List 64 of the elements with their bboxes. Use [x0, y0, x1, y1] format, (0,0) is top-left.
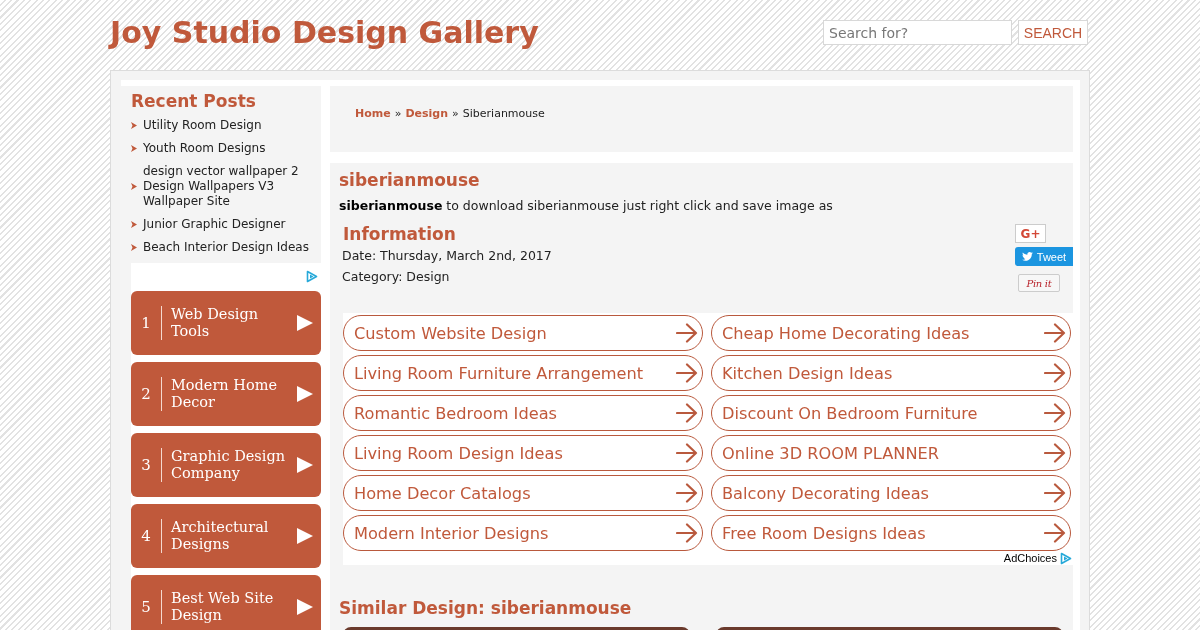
arrow-right-icon	[676, 323, 698, 343]
sidebar-ad-link[interactable]: 1 Web Design Tools	[131, 291, 321, 355]
play-icon	[297, 386, 313, 402]
play-icon	[297, 315, 313, 331]
recent-post-link[interactable]: Beach Interior Design Ideas	[143, 240, 309, 255]
ad-choices-icon[interactable]	[1060, 551, 1072, 565]
breadcrumb-separator: »	[452, 107, 459, 121]
arrow-right-icon	[1044, 483, 1066, 503]
post-category: Category: Design	[342, 269, 451, 285]
arrow-right-icon	[1044, 403, 1066, 423]
post-date: Date: Thursday, March 2nd, 2017	[342, 248, 552, 264]
ad-link-label: Web Design Tools	[170, 306, 260, 340]
breadcrumb-link[interactable]: Design	[405, 107, 449, 121]
arrow-right-icon	[676, 403, 698, 423]
arrow-right-icon	[1044, 523, 1066, 543]
ad-number: 4	[140, 527, 152, 545]
ad-number: 2	[140, 385, 152, 403]
search-field[interactable]: Search for?	[823, 20, 1012, 45]
breadcrumb-link[interactable]: Home	[355, 107, 391, 121]
arrow-right-icon	[676, 443, 698, 463]
post-description: siberianmouse to download siberianmouse just right click and save image as	[339, 198, 834, 214]
similar-design-heading: Similar Design: siberianmouse	[339, 599, 633, 617]
search-button[interactable]: SEARCH	[1018, 20, 1088, 45]
ad-link-label: Modern Home Decor	[170, 377, 279, 411]
bird-icon	[1021, 252, 1033, 261]
play-icon	[297, 599, 313, 615]
arrow-right-icon	[676, 483, 698, 503]
play-icon	[297, 457, 313, 473]
triangle-bullet-icon	[131, 145, 137, 152]
arrow-right-icon	[1044, 443, 1066, 463]
arrow-right-icon	[676, 523, 698, 543]
ad-choices-icon[interactable]	[306, 270, 318, 283]
ad-number: 1	[140, 314, 152, 332]
play-icon	[297, 528, 313, 544]
tweet-button[interactable]: Tweet	[1015, 247, 1073, 266]
triangle-bullet-icon	[131, 122, 137, 129]
ad-link-label: Best Web Site Design	[170, 590, 275, 624]
triangle-bullet-icon	[131, 221, 137, 228]
recent-post-link[interactable]: design vector wallpaper 2 Design Wallpapers V3 Wallpaper Site	[143, 164, 311, 209]
arrow-right-icon	[1044, 323, 1066, 343]
ad-choices-link[interactable]: AdChoices	[1003, 552, 1057, 564]
ad-link-label: Graphic Design Company	[170, 448, 287, 482]
recent-posts-heading: Recent Posts	[131, 91, 257, 109]
ad-number: 3	[140, 456, 152, 474]
breadcrumb-current: Siberianmouse	[462, 107, 545, 121]
ad-link-label: Architectural Designs	[170, 519, 270, 553]
sidebar-ad-link[interactable]: 2 Modern Home Decor	[131, 362, 321, 426]
recent-post-link[interactable]: Junior Graphic Designer	[143, 217, 286, 232]
sidebar-ad-link[interactable]: 5 Best Web Site Design	[131, 575, 321, 630]
ad-number: 5	[140, 598, 152, 616]
google-plus-button[interactable]: G+	[1015, 224, 1046, 243]
site-title[interactable]: Joy Studio Design Gallery	[110, 14, 539, 52]
breadcrumb-separator: »	[394, 107, 402, 121]
triangle-bullet-icon	[131, 244, 137, 251]
triangle-bullet-icon	[131, 183, 137, 190]
post-title: siberianmouse	[339, 171, 481, 189]
information-heading: Information	[343, 225, 457, 243]
sidebar-ad-link[interactable]: 3 Graphic Design Company	[131, 433, 321, 497]
arrow-right-icon	[676, 363, 698, 383]
sidebar-ad-link[interactable]: 4 Architectural Designs	[131, 504, 321, 568]
arrow-right-icon	[1044, 363, 1066, 383]
pin-it-button[interactable]: Pin it	[1018, 274, 1060, 292]
recent-post-link[interactable]: Youth Room Designs	[143, 141, 266, 156]
recent-post-link[interactable]: Utility Room Design	[143, 118, 262, 133]
